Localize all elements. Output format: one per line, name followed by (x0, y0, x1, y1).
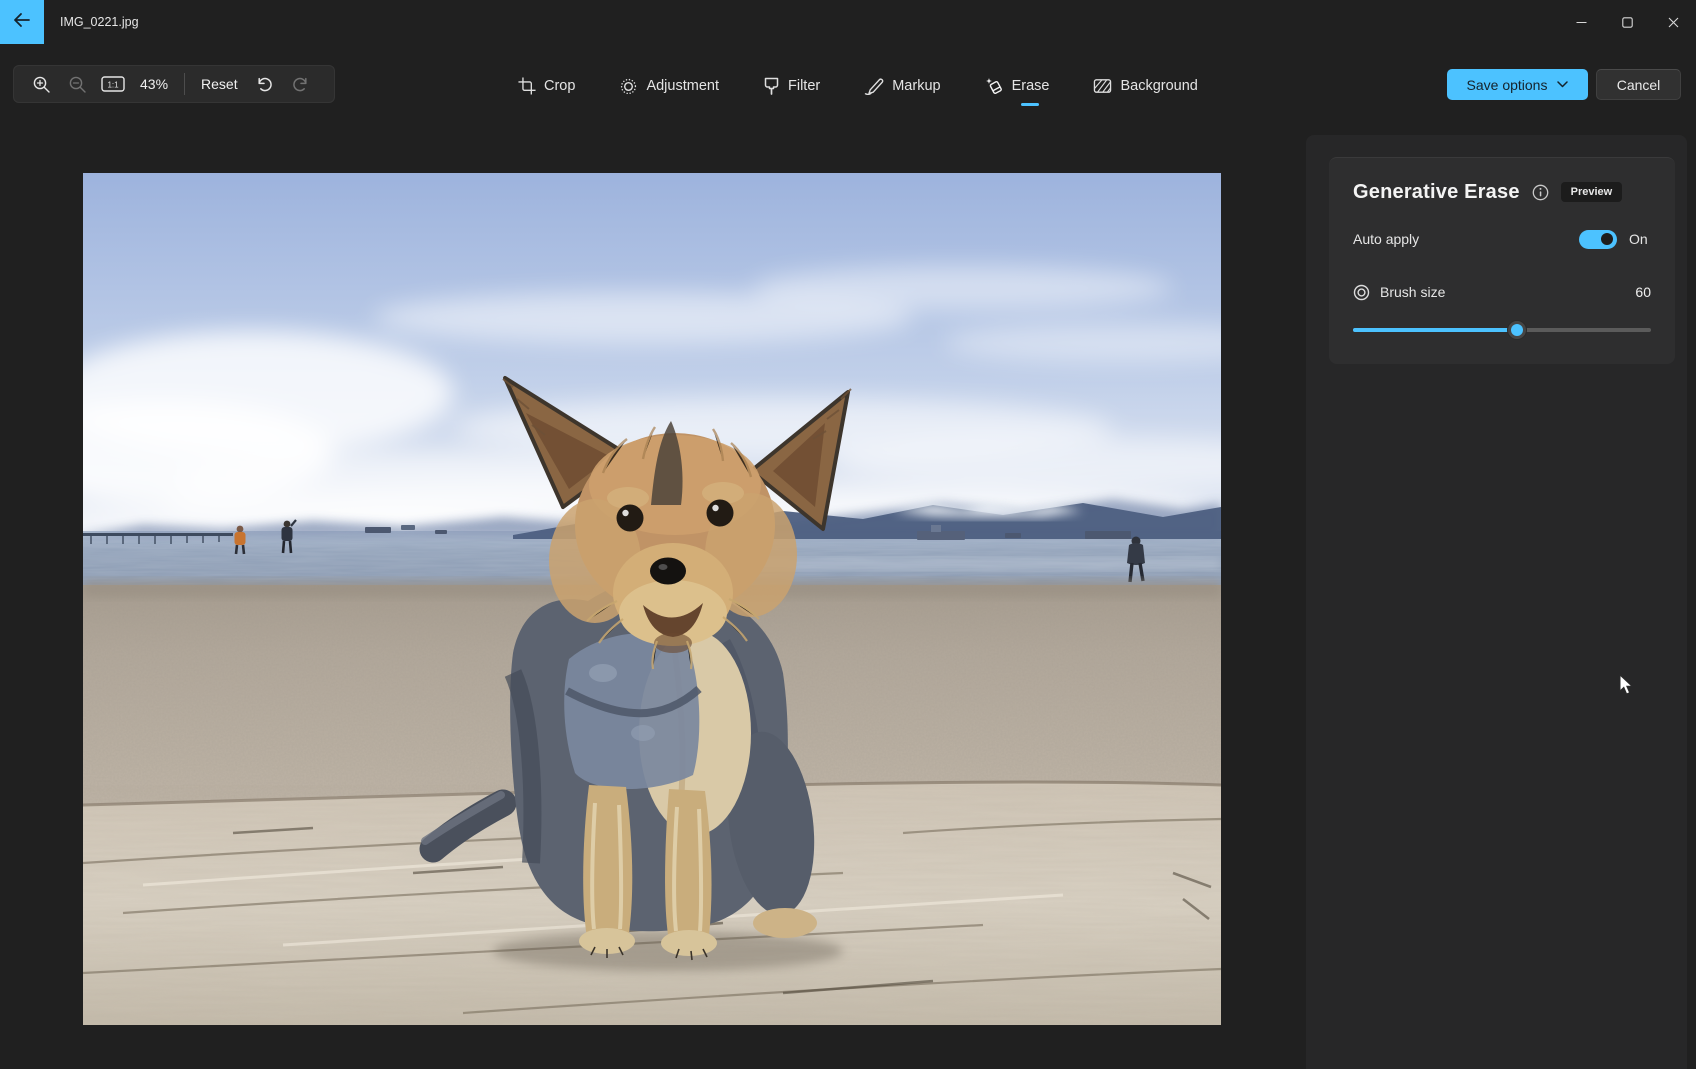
brush-size-slider[interactable] (1353, 320, 1651, 340)
auto-apply-row: Auto apply On (1353, 224, 1651, 254)
window-controls (1558, 0, 1696, 44)
tab-label: Crop (544, 78, 576, 94)
one-to-one-icon: 1:1 (101, 76, 125, 92)
auto-apply-label: Auto apply (1353, 231, 1420, 247)
tab-label: Filter (787, 78, 821, 94)
cancel-label: Cancel (1616, 76, 1661, 93)
chevron-down-icon (1557, 81, 1569, 88)
auto-apply-toggle[interactable] (1579, 229, 1617, 249)
save-options-button[interactable]: Save options (1447, 69, 1588, 100)
erase-icon (985, 77, 1004, 96)
tab-crop[interactable]: Crop (518, 66, 575, 106)
zoom-in-button[interactable] (24, 69, 58, 99)
erase-side-pane: Generative Erase Preview Auto apply On B… (1306, 135, 1687, 1069)
slider-fill (1353, 328, 1517, 332)
crop-icon (518, 77, 536, 95)
maximize-button[interactable] (1604, 0, 1650, 44)
panel-title: Generative Erase (1353, 180, 1520, 203)
toolbar-divider (184, 73, 186, 95)
brush-size-label: Brush size (1380, 284, 1446, 300)
undo-button[interactable] (248, 69, 282, 99)
background-icon (1093, 77, 1112, 95)
photo-canvas[interactable] (83, 173, 1221, 1025)
back-button[interactable] (0, 0, 44, 44)
save-options-label: Save options (1466, 76, 1548, 93)
toggle-knob (1601, 233, 1613, 245)
close-icon (1668, 17, 1678, 27)
maximize-icon (1621, 16, 1633, 28)
close-button[interactable] (1650, 0, 1696, 44)
cancel-button[interactable]: Cancel (1596, 69, 1681, 100)
filter-icon (763, 77, 780, 96)
edit-tabs: Crop Adjustment Filter Markup Erase Back… (518, 66, 1198, 106)
minimize-button[interactable] (1558, 0, 1604, 44)
adjustment-icon (619, 77, 638, 96)
preview-badge: Preview (1560, 182, 1623, 202)
zoom-in-icon (33, 76, 50, 93)
redo-icon (293, 77, 307, 91)
markup-icon (864, 77, 884, 95)
zoom-out-icon (69, 76, 86, 93)
actual-size-button[interactable]: 1:1 (96, 69, 130, 99)
tab-erase[interactable]: Erase (985, 66, 1050, 106)
zoom-toolbar: 1:1 43% Reset (13, 65, 335, 103)
reset-button[interactable]: Reset (193, 76, 246, 92)
tab-label: Background (1120, 78, 1198, 94)
tab-markup[interactable]: Markup (864, 66, 941, 106)
undo-icon (258, 77, 272, 91)
redo-button[interactable] (284, 69, 318, 99)
info-icon[interactable] (1532, 184, 1549, 201)
tab-adjustment[interactable]: Adjustment (619, 66, 719, 106)
tab-label: Adjustment (646, 78, 719, 94)
tab-background[interactable]: Background (1093, 66, 1198, 106)
generative-erase-card: Generative Erase Preview Auto apply On B… (1329, 157, 1675, 364)
slider-handle[interactable] (1506, 320, 1527, 340)
tab-selected-underline (1021, 103, 1040, 106)
svg-text:1:1: 1:1 (107, 81, 119, 90)
minimize-icon (1576, 21, 1586, 23)
tab-label: Erase (1011, 78, 1050, 94)
zoom-level-value: 43% (140, 76, 169, 92)
auto-apply-state: On (1629, 231, 1648, 247)
brush-size-value: 60 (1635, 284, 1651, 300)
tab-filter[interactable]: Filter (763, 66, 820, 106)
back-arrow-icon (13, 12, 31, 33)
window-title: IMG_0221.jpg (60, 15, 139, 29)
brush-size-row: Brush size 60 (1353, 278, 1651, 306)
brush-size-icon (1353, 284, 1370, 301)
zoom-out-button[interactable] (60, 69, 94, 99)
tab-label: Markup (892, 78, 941, 94)
